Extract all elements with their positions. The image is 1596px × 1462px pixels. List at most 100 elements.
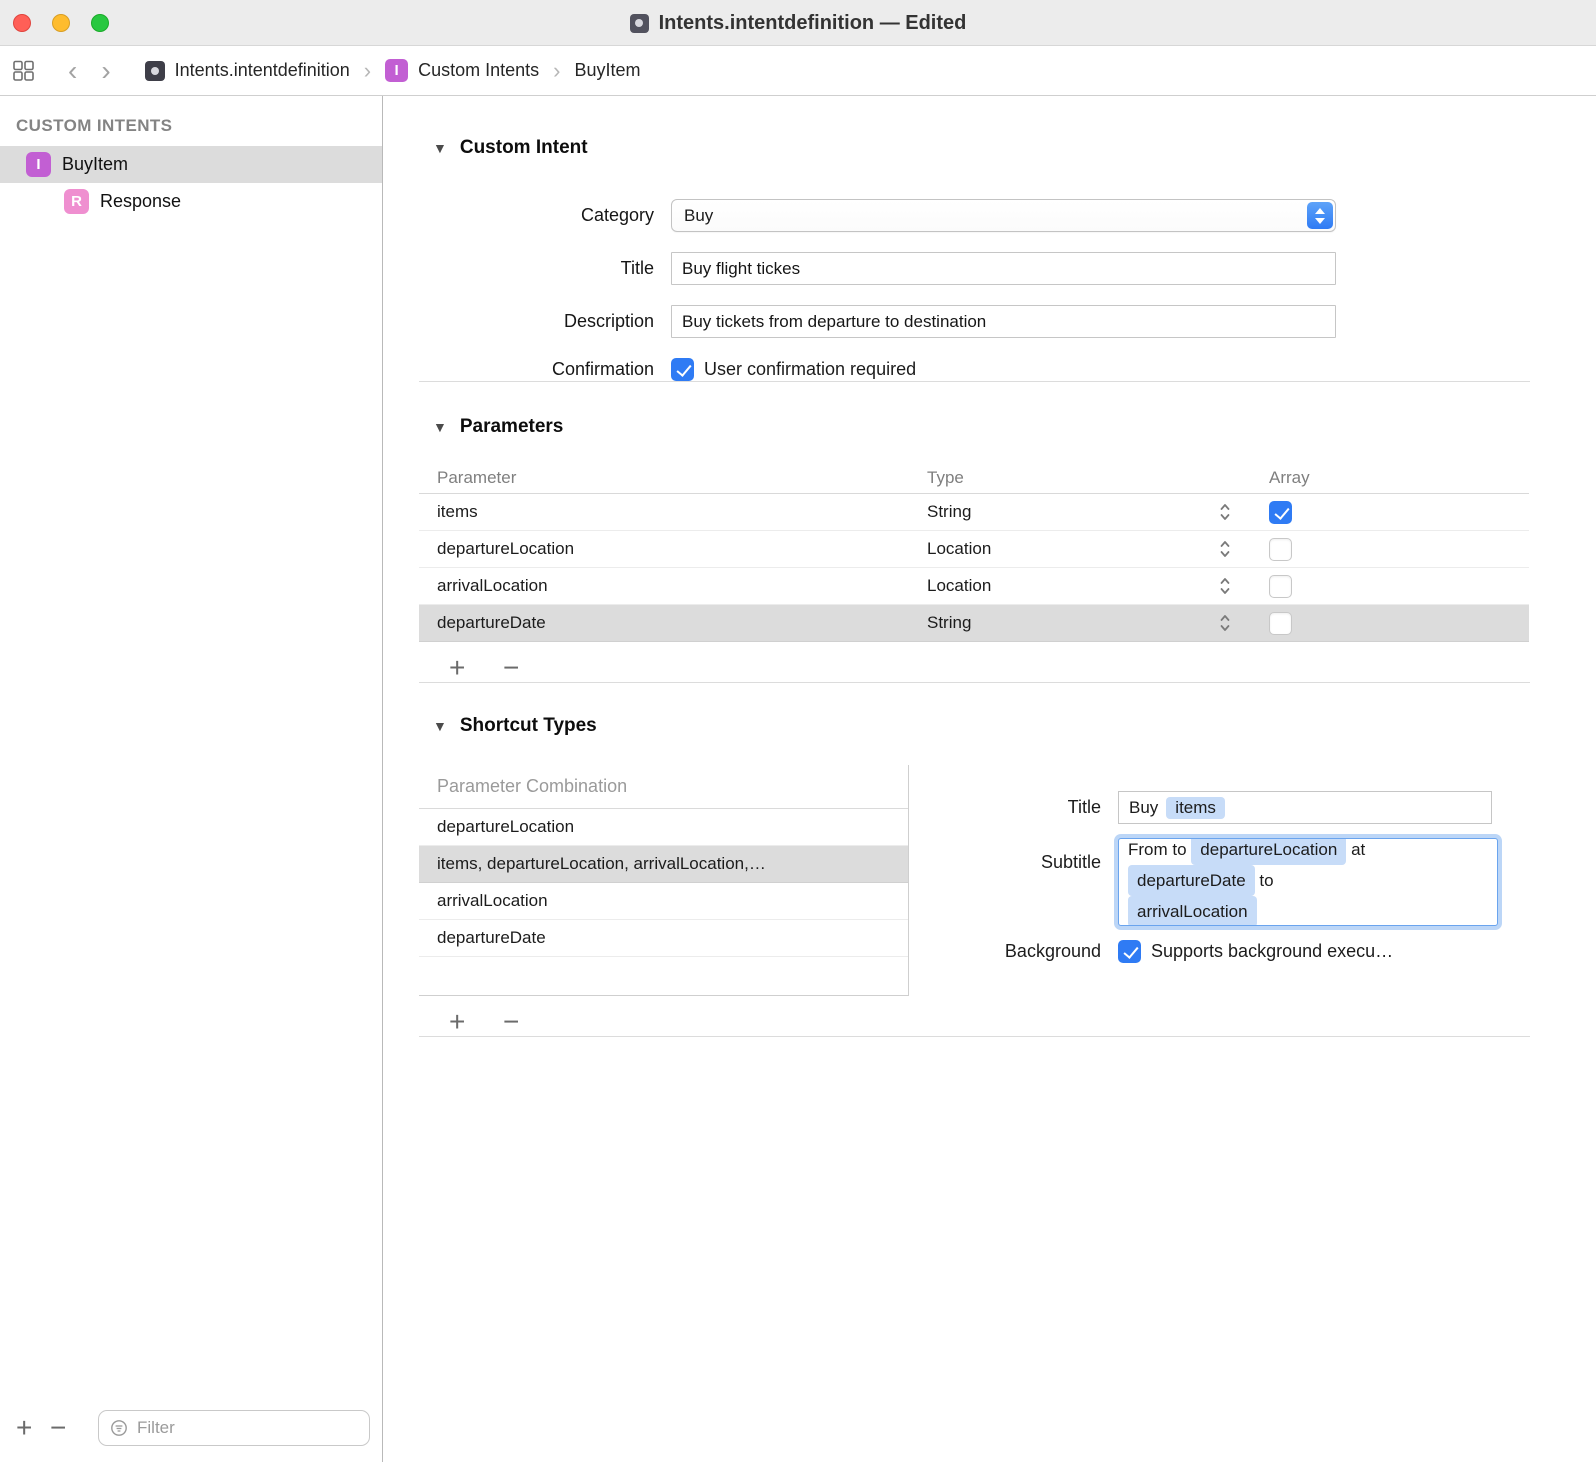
filter-placeholder: Filter — [137, 1418, 175, 1438]
intent-badge-icon: I — [385, 59, 408, 82]
breadcrumb-label: Custom Intents — [418, 60, 539, 81]
description-row: Description — [419, 305, 1530, 338]
section-title: Shortcut Types — [460, 715, 597, 737]
section-parameters[interactable]: ▼ Parameters — [419, 416, 1530, 438]
section-title: Custom Intent — [460, 137, 588, 159]
category-popup-button[interactable]: Buy — [671, 199, 1336, 232]
file-icon-dot — [151, 67, 159, 75]
combination-row[interactable]: departureDate — [419, 920, 908, 957]
parameter-token-items[interactable]: items — [1166, 797, 1225, 819]
shortcut-title-field[interactable]: Buy items — [1118, 791, 1492, 824]
parameter-token-arrivallocation[interactable]: arrivalLocation — [1128, 896, 1257, 926]
parameters-table: Parameter Type Array items String depart… — [419, 462, 1529, 642]
breadcrumb-item-file[interactable]: Intents.intentdefinition — [145, 60, 350, 81]
subtitle-text: From to — [1128, 840, 1187, 859]
shortcut-details-panel: Title Buy items Subtitle From to departu… — [991, 765, 1498, 977]
shortcut-subtitle-label: Subtitle — [991, 838, 1101, 873]
back-button[interactable]: ‹ — [56, 57, 89, 85]
section-shortcut-types[interactable]: ▼ Shortcut Types — [419, 715, 1530, 737]
remove-combination-button[interactable]: − — [503, 1008, 537, 1036]
combination-table-header: Parameter Combination — [419, 765, 908, 809]
breadcrumb-item-buyitem[interactable]: BuyItem — [575, 60, 641, 81]
sidebar-item-buyitem[interactable]: I BuyItem — [0, 146, 382, 183]
combination-row[interactable]: departureLocation — [419, 809, 908, 846]
type-stepper-icon[interactable] — [1219, 613, 1231, 633]
up-arrow-icon — [1315, 208, 1325, 214]
remove-parameter-button[interactable]: − — [503, 654, 537, 682]
forward-button[interactable]: › — [89, 57, 122, 85]
parameter-row-departurelocation[interactable]: departureLocation Location — [419, 531, 1529, 568]
parameter-type: String — [927, 613, 971, 633]
response-badge-icon: R — [64, 189, 89, 214]
section-separator — [419, 1036, 1530, 1037]
shortcut-title-row: Title Buy items — [991, 791, 1498, 824]
intent-badge-icon: I — [26, 152, 51, 177]
section-custom-intent[interactable]: ▼ Custom Intent — [419, 137, 1530, 159]
background-label: Background — [991, 941, 1101, 962]
filter-field[interactable]: Filter — [98, 1410, 370, 1446]
parameter-name: departureDate — [419, 613, 919, 633]
array-checkbox[interactable] — [1269, 538, 1292, 561]
remove-intent-button[interactable]: − — [50, 1414, 84, 1442]
parameter-type: Location — [927, 539, 991, 559]
breadcrumb-item-custom-intents[interactable]: I Custom Intents — [385, 59, 539, 82]
sidebar-item-response[interactable]: R Response — [0, 183, 382, 220]
sidebar-item-label: BuyItem — [62, 154, 128, 175]
title-label: Title — [419, 258, 654, 279]
array-checkbox[interactable] — [1269, 612, 1292, 635]
combination-row[interactable]: arrivalLocation — [419, 883, 908, 920]
confirmation-checkbox[interactable] — [671, 358, 694, 381]
column-header-array: Array — [1245, 468, 1529, 488]
title-input[interactable] — [671, 252, 1336, 285]
array-checkbox[interactable] — [1269, 501, 1292, 524]
chevron-right-icon: › — [360, 58, 375, 84]
sidebar-bottom-bar: + − Filter — [0, 1400, 382, 1462]
disclosure-triangle-icon[interactable]: ▼ — [433, 718, 447, 734]
parameter-token-departurelocation[interactable]: departureLocation — [1191, 838, 1346, 865]
parameter-type: Location — [927, 576, 991, 596]
background-checkbox[interactable] — [1118, 940, 1141, 963]
type-stepper-icon[interactable] — [1219, 576, 1231, 596]
disclosure-triangle-icon[interactable]: ▼ — [433, 419, 447, 435]
filter-icon — [109, 1418, 129, 1438]
document-icon-dot — [635, 19, 643, 27]
shortcut-background-row: Background Supports background execu… — [991, 940, 1498, 963]
array-checkbox[interactable] — [1269, 575, 1292, 598]
parameter-token-departuredate[interactable]: departureDate — [1128, 865, 1255, 896]
parameter-name: departureLocation — [419, 539, 919, 559]
related-items-icon[interactable] — [12, 60, 36, 82]
intentdefinition-file-icon — [145, 61, 165, 81]
category-row: Category Buy — [419, 199, 1530, 232]
add-parameter-button[interactable]: + — [449, 654, 483, 682]
combination-row[interactable]: items, departureLocation, arrivalLocatio… — [419, 846, 908, 883]
parameter-row-departuredate[interactable]: departureDate String — [419, 605, 1529, 642]
add-intent-button[interactable]: + — [16, 1414, 50, 1442]
parameter-row-arrivallocation[interactable]: arrivalLocation Location — [419, 568, 1529, 605]
disclosure-triangle-icon[interactable]: ▼ — [433, 140, 447, 156]
parameter-type: String — [927, 502, 971, 522]
type-stepper-icon[interactable] — [1219, 539, 1231, 559]
shortcut-subtitle-field[interactable]: From to departureLocation at departureDa… — [1118, 838, 1498, 926]
shortcut-subtitle-row: Subtitle From to departureLocation at de… — [991, 838, 1498, 926]
category-label: Category — [419, 205, 654, 226]
parameter-row-items[interactable]: items String — [419, 494, 1529, 531]
add-combination-button[interactable]: + — [449, 1008, 483, 1036]
section-title: Parameters — [460, 416, 564, 438]
chevron-right-icon: › — [549, 58, 564, 84]
column-header-type: Type — [919, 468, 1245, 488]
window-content: CUSTOM INTENTS I BuyItem R Response + − … — [0, 96, 1596, 1462]
type-stepper-icon[interactable] — [1219, 502, 1231, 522]
breadcrumb-label: Intents.intentdefinition — [175, 60, 350, 81]
shortcut-title-label: Title — [991, 797, 1101, 818]
background-checkbox-label: Supports background execu… — [1151, 941, 1393, 962]
description-input[interactable] — [671, 305, 1336, 338]
popup-stepper-icon — [1307, 202, 1333, 229]
window-title-area: Intents.intentdefinition — Edited — [0, 0, 1596, 46]
sidebar-header: CUSTOM INTENTS — [16, 116, 382, 136]
column-header-parameter: Parameter — [419, 468, 919, 488]
title-row: Title — [419, 252, 1530, 285]
parameter-name: arrivalLocation — [419, 576, 919, 596]
breadcrumb: Intents.intentdefinition › I Custom Inte… — [145, 58, 641, 84]
custom-intent-form: Category Buy Title Description — [419, 199, 1530, 381]
subtitle-content: From to departureLocation at departureDa… — [1128, 838, 1488, 926]
